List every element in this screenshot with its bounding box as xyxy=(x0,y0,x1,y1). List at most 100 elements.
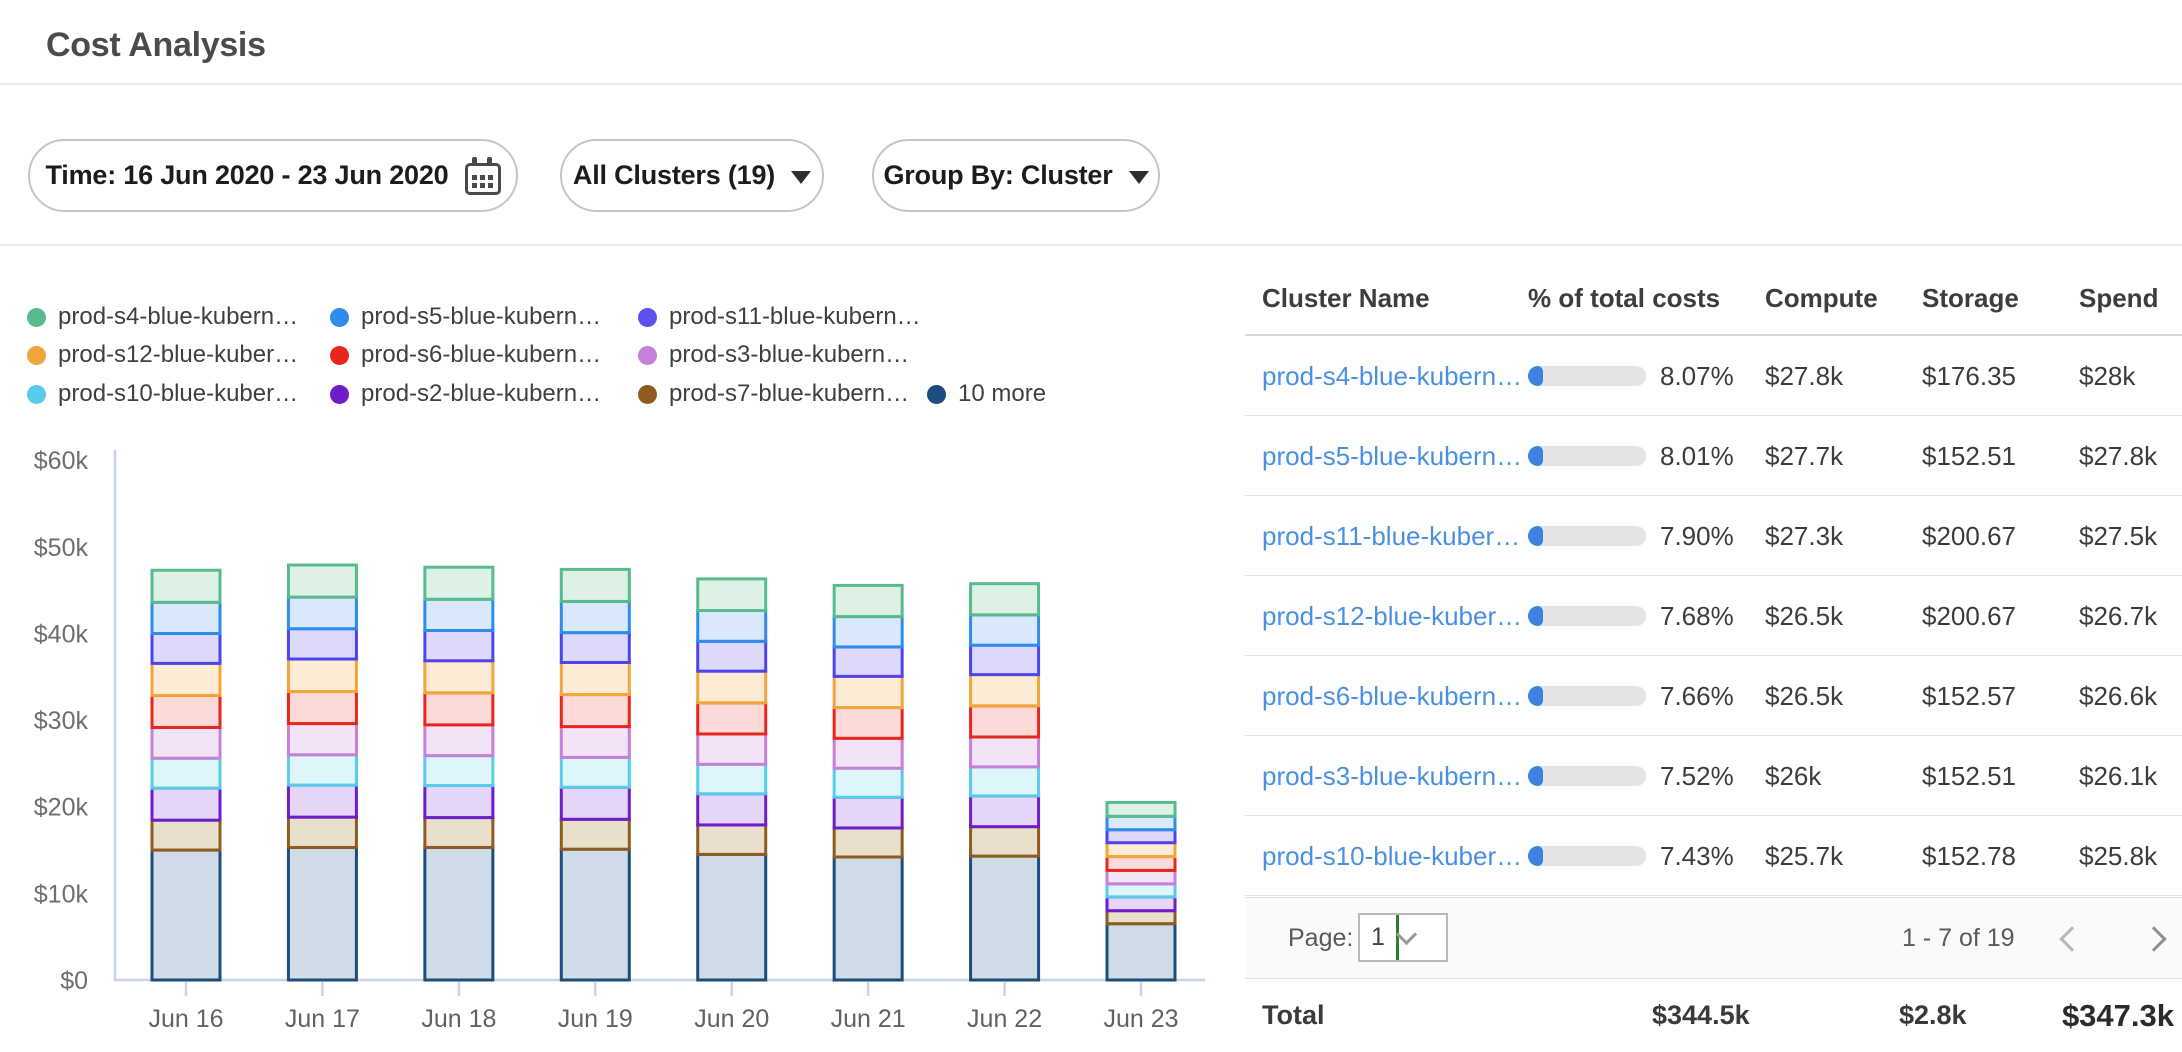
bar-segment[interactable] xyxy=(561,569,629,601)
bar-segment[interactable] xyxy=(561,787,629,819)
bar-segment[interactable] xyxy=(152,850,220,980)
bar-segment[interactable] xyxy=(561,633,629,663)
bar-segment[interactable] xyxy=(1107,843,1175,857)
bar-segment[interactable] xyxy=(971,675,1039,706)
group-by-filter[interactable]: Group By: Cluster xyxy=(872,139,1160,212)
bar-segment[interactable] xyxy=(698,825,766,854)
bar-segment[interactable] xyxy=(698,611,766,642)
bar-segment[interactable] xyxy=(288,755,356,785)
bar-segment[interactable] xyxy=(1107,857,1175,871)
bar-segment[interactable] xyxy=(834,676,902,707)
bar-segment[interactable] xyxy=(834,617,902,647)
bar-segment[interactable] xyxy=(152,820,220,850)
bar-segment[interactable] xyxy=(971,767,1039,796)
bar-segment[interactable] xyxy=(288,659,356,691)
bar-segment[interactable] xyxy=(971,827,1039,856)
bar-segment[interactable] xyxy=(1107,830,1175,843)
bar-segment[interactable] xyxy=(971,615,1039,645)
bar-segment[interactable] xyxy=(561,601,629,632)
bar-segment[interactable] xyxy=(425,599,493,630)
bar-segment[interactable] xyxy=(425,818,493,848)
bar-segment[interactable] xyxy=(288,847,356,980)
clusters-filter[interactable]: All Clusters (19) xyxy=(560,139,824,212)
bar-segment[interactable] xyxy=(834,828,902,857)
bar-segment[interactable] xyxy=(834,647,902,676)
bar-segment[interactable] xyxy=(288,785,356,817)
bar-segment[interactable] xyxy=(561,663,629,695)
cluster-name-link[interactable]: prod-s11-blue-kuber… xyxy=(1262,496,1520,576)
bar-segment[interactable] xyxy=(561,819,629,849)
bar-segment[interactable] xyxy=(288,597,356,629)
bar-segment[interactable] xyxy=(425,661,493,693)
bar-segment[interactable] xyxy=(1107,884,1175,897)
cluster-name-link[interactable]: prod-s10-blue-kuber… xyxy=(1262,816,1522,896)
bar-segment[interactable] xyxy=(1107,802,1175,816)
bar-segment[interactable] xyxy=(971,796,1039,827)
bar-segment[interactable] xyxy=(834,797,902,828)
bar-segment[interactable] xyxy=(288,817,356,847)
bar-segment[interactable] xyxy=(152,695,220,727)
bar-segment[interactable] xyxy=(425,756,493,786)
bar-segment[interactable] xyxy=(698,671,766,703)
legend-item[interactable]: prod-s2-blue-kubern… xyxy=(330,380,601,408)
bar-segment[interactable] xyxy=(561,695,629,727)
bar-segment[interactable] xyxy=(152,602,220,633)
bar-segment[interactable] xyxy=(425,786,493,818)
cluster-name-link[interactable]: prod-s12-blue-kuber… xyxy=(1262,576,1522,656)
bar-segment[interactable] xyxy=(288,724,356,755)
bar-segment[interactable] xyxy=(698,764,766,793)
bar-segment[interactable] xyxy=(1107,924,1175,980)
legend-item[interactable]: prod-s5-blue-kubern… xyxy=(330,303,601,331)
bar-segment[interactable] xyxy=(698,794,766,825)
bar-segment[interactable] xyxy=(698,854,766,980)
bar-segment[interactable] xyxy=(152,788,220,820)
cluster-name-link[interactable]: prod-s3-blue-kubern… xyxy=(1262,736,1522,816)
bar-segment[interactable] xyxy=(971,706,1039,737)
bar-segment[interactable] xyxy=(834,768,902,797)
bar-segment[interactable] xyxy=(152,727,220,758)
legend-item[interactable]: prod-s7-blue-kubern… xyxy=(638,380,909,408)
bar-segment[interactable] xyxy=(152,663,220,695)
bar-segment[interactable] xyxy=(561,727,629,758)
bar-segment[interactable] xyxy=(561,849,629,980)
next-page-button[interactable] xyxy=(2141,926,2166,951)
bar-segment[interactable] xyxy=(1107,897,1175,911)
bar-segment[interactable] xyxy=(698,641,766,671)
bar-segment[interactable] xyxy=(152,570,220,602)
bar-segment[interactable] xyxy=(698,579,766,611)
bar-segment[interactable] xyxy=(698,734,766,764)
time-range-filter[interactable]: Time: 16 Jun 2020 - 23 Jun 2020 xyxy=(28,139,518,212)
bar-segment[interactable] xyxy=(834,857,902,980)
bar-segment[interactable] xyxy=(152,633,220,663)
legend-item[interactable]: prod-s3-blue-kubern… xyxy=(638,341,909,369)
bar-segment[interactable] xyxy=(425,567,493,599)
bar-segment[interactable] xyxy=(1107,816,1175,829)
cluster-name-link[interactable]: prod-s4-blue-kubern… xyxy=(1262,336,1522,416)
bar-segment[interactable] xyxy=(971,856,1039,980)
legend-item[interactable]: prod-s11-blue-kubern… xyxy=(638,303,921,331)
bar-segment[interactable] xyxy=(1107,911,1175,924)
bar-segment[interactable] xyxy=(971,737,1039,767)
previous-page-button[interactable] xyxy=(2059,926,2084,951)
bar-segment[interactable] xyxy=(971,645,1039,674)
legend-item[interactable]: prod-s12-blue-kuber… xyxy=(27,341,298,369)
bar-segment[interactable] xyxy=(288,565,356,597)
bar-segment[interactable] xyxy=(288,692,356,724)
legend-item[interactable]: prod-s6-blue-kubern… xyxy=(330,341,601,369)
bar-segment[interactable] xyxy=(561,757,629,787)
bar-segment[interactable] xyxy=(834,738,902,768)
bar-segment[interactable] xyxy=(425,630,493,660)
bar-segment[interactable] xyxy=(834,585,902,616)
cluster-name-link[interactable]: prod-s6-blue-kubern… xyxy=(1262,656,1522,736)
legend-item[interactable]: 10 more xyxy=(927,380,1046,408)
bar-segment[interactable] xyxy=(288,629,356,659)
bar-segment[interactable] xyxy=(698,703,766,734)
bar-segment[interactable] xyxy=(971,584,1039,615)
bar-segment[interactable] xyxy=(425,725,493,756)
legend-item[interactable]: prod-s4-blue-kubern… xyxy=(27,303,298,331)
cluster-name-link[interactable]: prod-s5-blue-kubern… xyxy=(1262,416,1522,496)
bar-segment[interactable] xyxy=(425,847,493,980)
page-select[interactable]: 1 xyxy=(1358,913,1448,962)
legend-item[interactable]: prod-s10-blue-kuber… xyxy=(27,380,298,408)
bar-segment[interactable] xyxy=(152,758,220,788)
